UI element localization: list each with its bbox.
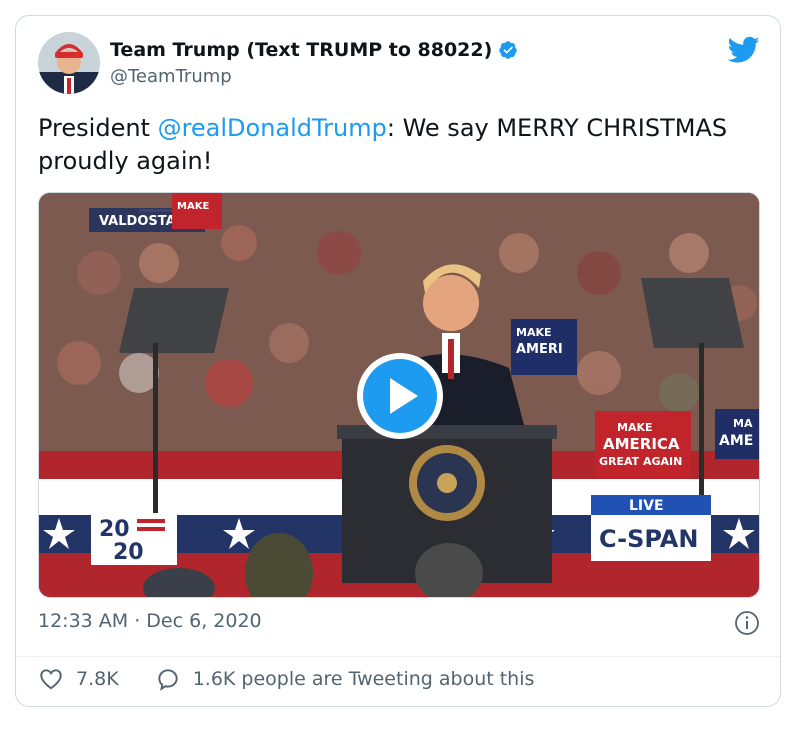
avatar-image	[38, 32, 100, 94]
sign-right-line3: GREAT AGAIN	[599, 455, 682, 468]
sign-left-text: MAKE	[177, 201, 209, 212]
play-icon[interactable]	[354, 350, 446, 442]
sign-right-line1: MAKE	[617, 421, 653, 434]
conversation-button[interactable]: 1.6K people are Tweeting about this	[155, 666, 535, 692]
avatar[interactable]	[38, 32, 100, 94]
author-handle[interactable]: @TeamTrump	[110, 66, 232, 87]
network-label: C-SPAN	[599, 525, 698, 553]
like-count: 7.8K	[76, 668, 119, 690]
tweet-actions: 7.8K 1.6K people are Tweeting about this	[38, 666, 570, 692]
mention-link[interactable]: @realDonaldTrump	[158, 114, 387, 142]
tweet-timestamp[interactable]: 12:33 AM · Dec 6, 2020	[38, 610, 262, 632]
sign-far-right-line1: MA	[733, 417, 753, 430]
display-name[interactable]: Team Trump (Text TRUMP to 88022)	[110, 39, 492, 61]
tweet-text: President @realDonaldTrump: We say MERRY…	[38, 112, 738, 178]
logo-2020-bottom: 20	[113, 540, 144, 565]
twitter-bird-icon[interactable]	[728, 36, 760, 64]
like-button[interactable]: 7.8K	[38, 666, 119, 692]
tweet-text-start: President	[38, 114, 158, 142]
verified-badge-icon	[499, 41, 518, 59]
sign-mid-line2: AMERI	[516, 342, 563, 357]
live-label: LIVE	[629, 498, 664, 514]
author-name-row[interactable]: Team Trump (Text TRUMP to 88022)	[110, 39, 518, 61]
conversation-count: 1.6K people are Tweeting about this	[192, 668, 535, 690]
info-icon[interactable]	[734, 610, 760, 636]
logo-2020-top: 20	[99, 517, 130, 542]
video-player[interactable]: VALDOSTA, GA MAKE MAKE AMERI MAKE AMERIC…	[38, 192, 760, 598]
sign-mid-line1: MAKE	[516, 326, 552, 339]
sign-far-right-line2: AME	[719, 433, 753, 449]
tweet-card[interactable]: Team Trump (Text TRUMP to 88022) @TeamTr…	[15, 15, 781, 707]
heart-icon	[40, 669, 62, 690]
divider	[16, 656, 780, 657]
sign-right-line2: AMERICA	[603, 435, 680, 453]
speech-bubble-icon	[158, 669, 178, 691]
